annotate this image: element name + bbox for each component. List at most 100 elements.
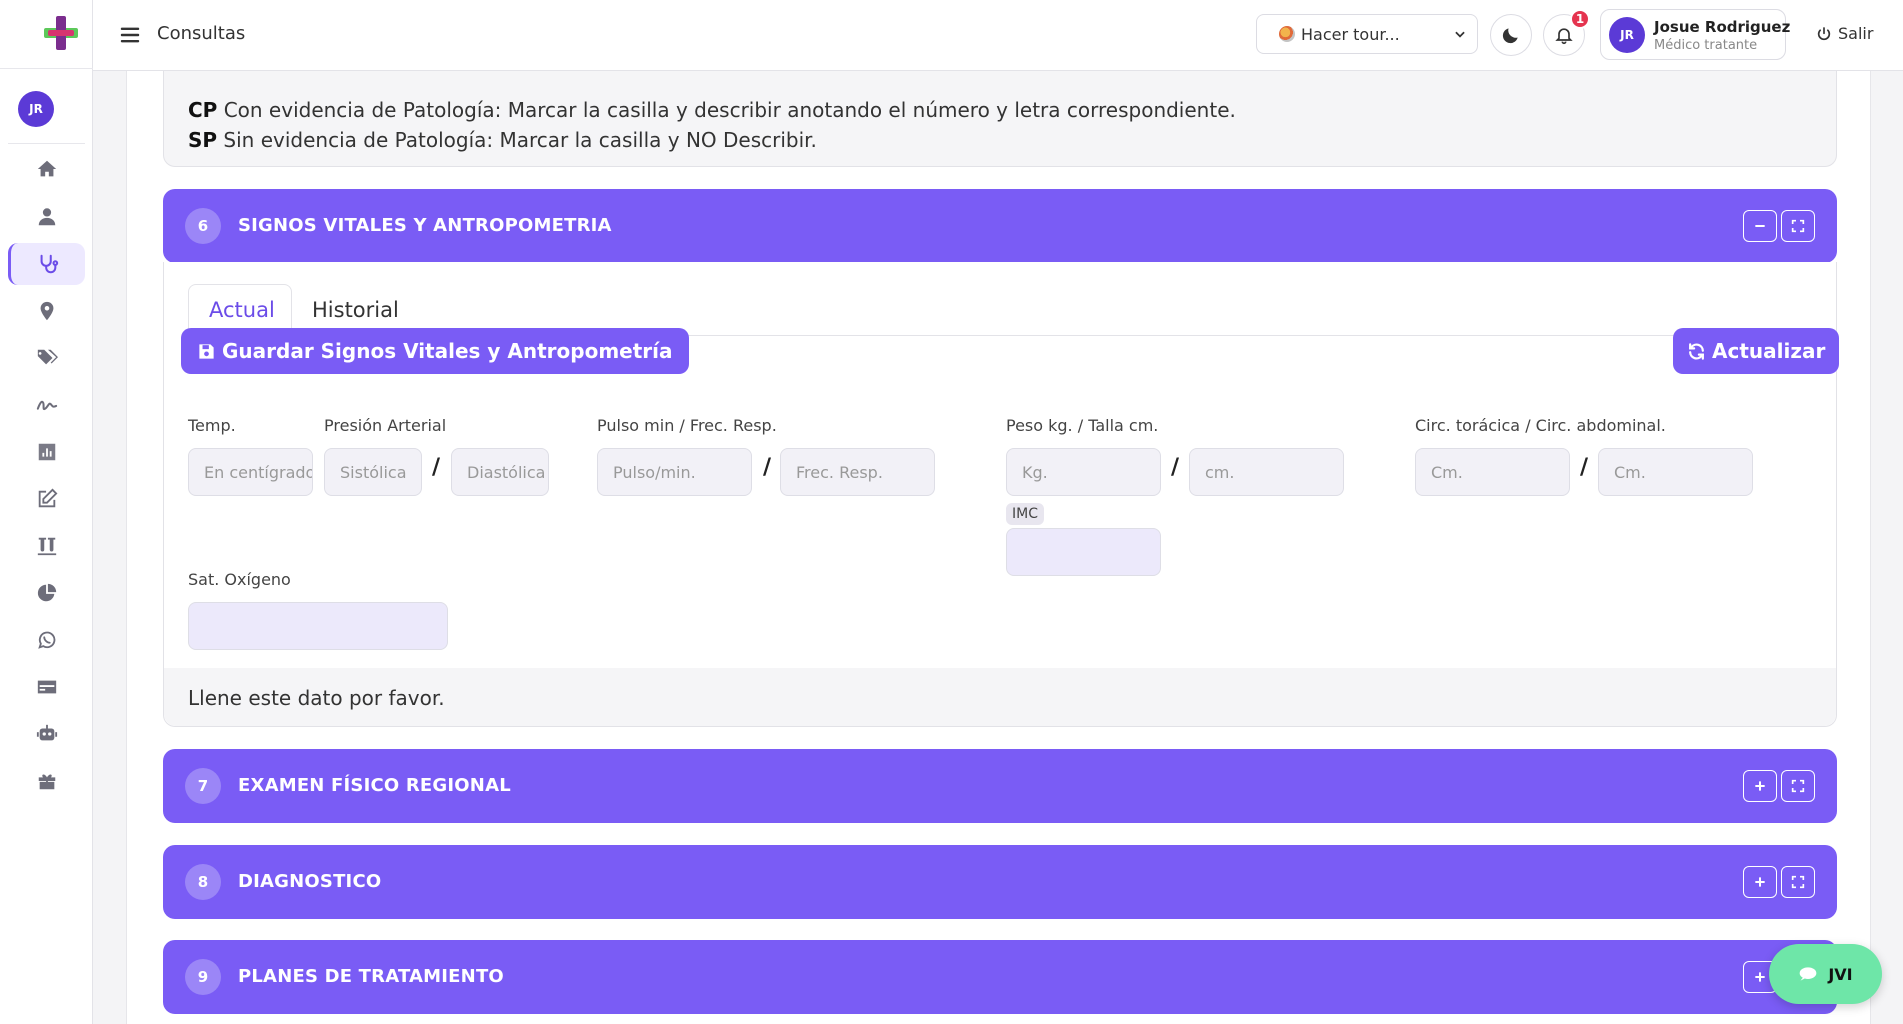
section-header-vitals[interactable]: 6 SIGNOS VITALES Y ANTROPOMETRIA [163,189,1837,263]
tour-select-value: Hacer tour... [1301,24,1400,44]
home-icon [37,160,56,177]
systolic-input[interactable]: Sistólica [324,448,422,496]
sidebar-item-locations[interactable] [8,290,85,332]
plus-icon [1755,781,1765,791]
map-marker-icon [40,301,53,321]
fullscreen-button[interactable] [1781,866,1815,898]
notification-badge: 1 [1570,9,1590,29]
sidebar-item-reports[interactable] [8,431,85,473]
resp-rate-input[interactable]: Frec. Resp. [780,448,935,496]
legend-cp-code: CP [188,98,218,122]
power-icon [1817,26,1831,40]
legend-sp-text: Sin evidencia de Patología: Marcar la ca… [217,128,817,152]
stethoscope-icon [40,254,59,274]
topbar: Consultas Hacer tour... 1 JR Josue Rodri… [93,0,1903,71]
section-header-diagnosis[interactable]: 8 DIAGNOSTICO [163,845,1837,919]
sidebar-item-lab[interactable] [8,525,85,567]
sidebar-item-home[interactable] [8,148,85,190]
temperature-input[interactable]: En centígrados [188,448,313,496]
fullscreen-button[interactable] [1781,210,1815,242]
save-icon [199,343,214,359]
sidebar-item-whatsapp[interactable] [8,619,85,661]
chart-bar-icon [38,443,55,461]
logout-label: Salir [1838,24,1874,43]
weight-input[interactable]: Kg. [1006,448,1161,496]
sidebar-item-tags[interactable] [8,337,85,379]
app-logo[interactable] [44,16,78,50]
sidebar-item-notes[interactable] [8,478,85,520]
section-number: 8 [185,864,221,900]
gift-icon [38,774,55,790]
plus-icon [1755,972,1765,982]
refresh-icon [1689,342,1704,360]
fullscreen-button[interactable] [1781,770,1815,802]
sidebar-item-billing[interactable] [8,666,85,708]
diastolic-input[interactable]: Diastólica [451,448,549,496]
height-input[interactable]: cm. [1189,448,1344,496]
chat-widget-button[interactable]: JVI [1769,944,1882,1004]
tour-select[interactable]: Hacer tour... [1256,14,1478,54]
validation-note: Llene este dato por favor. [164,668,1836,726]
separator-slash: / [432,455,441,480]
sidebar: JR [0,0,93,1024]
sidebar-item-assistant[interactable] [8,713,85,755]
oxygen-sat-label: Sat. Oxígeno [188,570,291,589]
section-title: SIGNOS VITALES Y ANTROPOMETRIA [238,215,612,236]
bell-icon [1555,28,1573,45]
plus-icon [1755,877,1765,887]
temp-label: Temp. [188,416,236,435]
sidebar-item-statistics[interactable] [8,572,85,614]
collapse-button[interactable] [1743,210,1777,242]
expand-button[interactable] [1743,770,1777,802]
user-role: Médico tratante [1654,38,1758,53]
dark-mode-toggle[interactable] [1490,14,1532,56]
legend-sp-code: SP [188,128,218,152]
hamburger-menu-icon[interactable] [119,24,141,46]
signature-icon [36,400,57,411]
section-header-treatment[interactable]: 9 PLANES DE TRATAMIENTO [163,940,1837,1014]
refresh-label: Actualizar [1712,339,1826,363]
weight-height-label: Peso kg. / Talla cm. [1006,416,1159,435]
user-icon [38,208,55,226]
sidebar-item-patients[interactable] [8,196,85,238]
compass-icon [1279,26,1295,42]
separator-slash: / [1171,455,1180,480]
sidebar-item-signature[interactable] [8,384,85,426]
whatsapp-icon [37,631,55,649]
main-content: CP Con evidencia de Patología: Marcar la… [126,71,1871,1024]
section-title: PLANES DE TRATAMIENTO [238,966,504,987]
pulse-label: Pulso min / Frec. Resp. [597,416,777,435]
expand-icon [1791,219,1805,233]
page-title: Consultas [157,23,246,44]
save-vitals-button[interactable]: Guardar Signos Vitales y Antropometría [181,328,689,374]
sidebar-avatar[interactable]: JR [18,91,54,127]
logout-button[interactable]: Salir [1816,24,1873,43]
robot-icon [36,724,57,741]
imc-label: IMC [1006,503,1044,525]
chat-widget-label: JVI [1828,964,1853,984]
pressure-label: Presión Arterial [324,416,447,435]
expand-button[interactable] [1743,866,1777,898]
thoracic-circ-input[interactable]: Cm. [1415,448,1570,496]
divider [0,68,93,69]
sidebar-item-consultations[interactable] [8,243,85,285]
separator-slash: / [763,455,772,480]
section-header-physical-exam[interactable]: 7 EXAMEN FÍSICO REGIONAL [163,749,1837,823]
section-number: 9 [185,959,221,995]
chevron-down-icon [1455,31,1465,38]
sidebar-item-rewards[interactable] [8,760,85,802]
expand-icon [1791,875,1805,889]
moon-icon [1502,28,1518,44]
chat-bubble-icon [1800,967,1817,981]
abdominal-circ-input[interactable]: Cm. [1598,448,1753,496]
expand-icon [1791,779,1805,793]
imc-field [1006,528,1161,576]
edit-icon [38,488,57,508]
user-menu[interactable]: JR Josue Rodriguez Médico tratante [1600,9,1790,60]
pulse-input[interactable]: Pulso/min. [597,448,752,496]
user-name: Josue Rodriguez [1654,18,1791,36]
oxygen-sat-input[interactable] [188,602,448,650]
refresh-button[interactable]: Actualizar [1673,328,1840,374]
minus-icon [1755,225,1765,227]
section-title: EXAMEN FÍSICO REGIONAL [238,775,511,796]
